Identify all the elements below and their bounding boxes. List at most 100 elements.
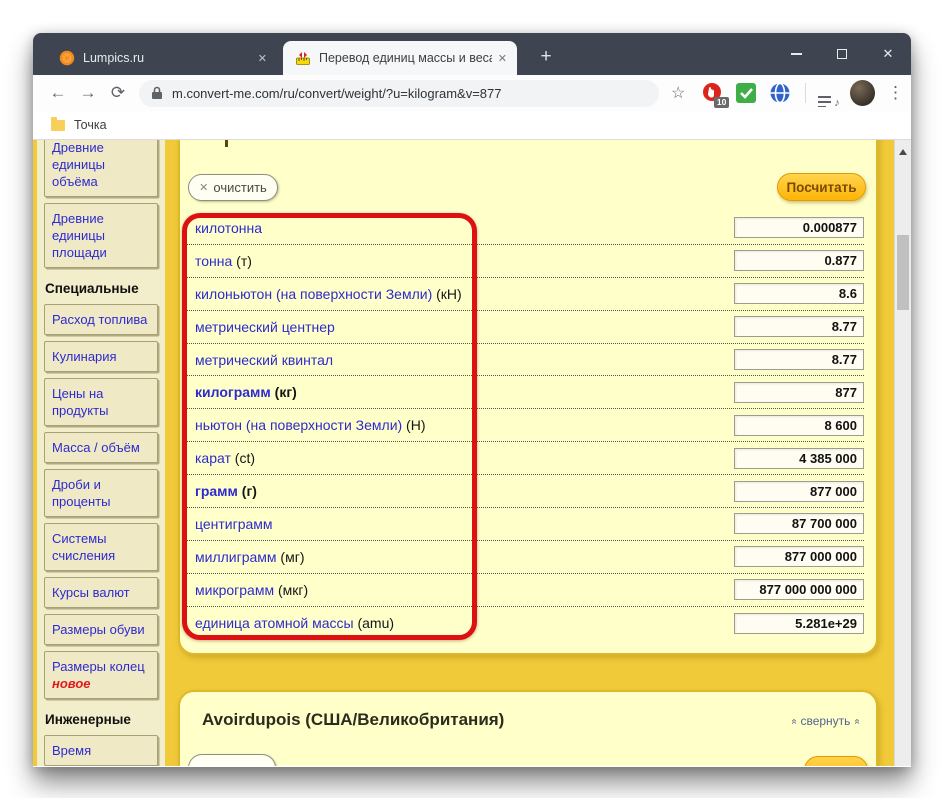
metric-section-panel: ✕ очистить Посчитать килотонна тонна (т) к… xyxy=(178,140,878,655)
unit-value-input[interactable] xyxy=(734,546,864,568)
unit-name: единица атомной массы (amu) xyxy=(195,615,394,631)
sidebar-item[interactable]: Размеры колец новое xyxy=(44,651,158,699)
sidebar-item[interactable]: Время xyxy=(44,735,158,766)
unit-name: грамм (г) xyxy=(195,483,257,499)
sidebar-item-label[interactable]: Курсы валют xyxy=(52,585,130,600)
reload-button-icon[interactable]: ⟳ xyxy=(103,83,133,103)
url-text[interactable]: m.convert-me.com/ru/convert/weight/?u=ki… xyxy=(172,86,501,101)
back-button-icon[interactable]: ← xyxy=(43,83,73,103)
forward-button-icon[interactable]: → xyxy=(73,83,103,103)
unit-link[interactable]: килограмм xyxy=(195,384,271,400)
unit-link[interactable]: метрический центнер xyxy=(195,319,335,335)
tab-lumpics[interactable]: Lumpics.ru ✕ xyxy=(47,41,277,75)
unit-link[interactable]: единица атомной массы xyxy=(195,615,354,631)
unit-link[interactable]: миллиграмм xyxy=(195,549,277,565)
chevron-up-icon: « xyxy=(851,718,863,724)
close-window-button[interactable]: ✕ xyxy=(865,33,911,75)
unit-link[interactable]: килоньютон (на поверхности Земли) xyxy=(195,286,432,302)
unit-value-input[interactable] xyxy=(734,316,864,338)
sidebar-item-label[interactable]: Кулинария xyxy=(52,349,117,364)
sidebar-item[interactable]: Дроби и проценты xyxy=(44,469,158,517)
checkmark-extension-icon[interactable] xyxy=(735,82,757,104)
sidebar-item[interactable]: Кулинария xyxy=(44,341,158,372)
unit-value-input[interactable] xyxy=(734,579,864,601)
page-content: Древние единицы объёма Древние единицы пл… xyxy=(33,140,911,766)
unit-value-input[interactable] xyxy=(734,250,864,272)
unit-name: метрический квинтал xyxy=(195,352,333,368)
unit-row: тонна (т) xyxy=(182,245,864,278)
sidebar-item-label[interactable]: Масса / объём xyxy=(52,440,140,455)
unit-link[interactable]: грамм xyxy=(195,483,238,499)
sidebar-item-label[interactable]: Время xyxy=(52,743,91,758)
scroll-up-arrow-icon[interactable] xyxy=(899,149,907,155)
unit-symbol: (т) xyxy=(232,252,252,269)
sidebar-item[interactable]: Системы счисления xyxy=(44,523,158,571)
unit-link[interactable]: центиграмм xyxy=(195,516,273,532)
unit-row: метрический квинтал xyxy=(182,344,864,377)
address-bar[interactable]: m.convert-me.com/ru/convert/weight/?u=ki… xyxy=(139,79,659,107)
tab-close-icon[interactable]: ✕ xyxy=(498,52,507,65)
minimize-button[interactable] xyxy=(773,33,819,75)
globe-extension-icon[interactable] xyxy=(769,82,791,104)
unit-name: центиграмм xyxy=(195,516,273,532)
page-scrollbar[interactable] xyxy=(894,140,911,766)
scrollbar-thumb[interactable] xyxy=(897,235,909,310)
calculate-button-2[interactable] xyxy=(804,756,868,766)
sidebar-item-label[interactable]: Размеры обуви xyxy=(52,622,145,637)
bookmark-folder-label[interactable]: Точка xyxy=(74,118,107,132)
tab-convert-me[interactable]: Перевод единиц массы и веса ✕ xyxy=(283,41,517,75)
unit-link[interactable]: микрограмм xyxy=(195,582,274,598)
unit-value-input[interactable] xyxy=(734,283,864,305)
unit-value-input[interactable] xyxy=(734,414,864,436)
unit-row: грамм (г) xyxy=(182,475,864,509)
sidebar-item-label[interactable]: Древние единицы объёма xyxy=(52,140,105,189)
media-lines-icon xyxy=(818,96,832,110)
sidebar-item-label[interactable]: Цены на продукты xyxy=(52,386,108,418)
unit-row: метрический центнер xyxy=(182,311,864,344)
tab-close-icon[interactable]: ✕ xyxy=(258,52,267,65)
collapse-link[interactable]: « свернуть « xyxy=(788,714,863,728)
sidebar-item[interactable]: Расход топлива xyxy=(44,304,158,335)
sidebar-item-label[interactable]: Расход топлива xyxy=(52,312,147,327)
clear-button[interactable]: ✕ очистить xyxy=(188,174,278,201)
unit-link[interactable]: карат xyxy=(195,450,231,466)
unit-value-input[interactable] xyxy=(734,480,864,502)
maximize-button[interactable] xyxy=(819,33,865,75)
unit-symbol: (мкг) xyxy=(274,581,309,598)
unit-name: килоньютон (на поверхности Земли) (кН) xyxy=(195,286,462,302)
browser-menu-icon[interactable]: ⋮ xyxy=(887,83,904,103)
new-badge: новое xyxy=(52,676,91,691)
sidebar-item-label[interactable]: Размеры колец xyxy=(52,659,145,674)
avoirdupois-section-panel: Avoirdupois (США/Великобритания) « сверн… xyxy=(178,690,878,766)
sidebar-item[interactable]: Древние единицы объёма xyxy=(44,140,158,197)
unit-name: миллиграмм (мг) xyxy=(195,549,305,565)
unit-value-input[interactable] xyxy=(734,513,864,535)
sidebar-item[interactable]: Цены на продукты xyxy=(44,378,158,426)
unit-link[interactable]: тонна xyxy=(195,253,232,269)
unit-symbol: (кг) xyxy=(270,384,297,401)
unit-value-input[interactable] xyxy=(734,217,864,239)
adblock-extension-icon[interactable]: 10 xyxy=(701,82,730,108)
clear-button-2[interactable] xyxy=(188,754,276,766)
sidebar-item[interactable]: Древние единицы площади xyxy=(44,203,158,268)
unit-link[interactable]: ньютон (на поверхности Земли) xyxy=(195,417,402,433)
sidebar-item[interactable]: Курсы валют xyxy=(44,577,158,608)
extensions-area: 10 xyxy=(701,82,791,108)
calculate-button[interactable]: Посчитать xyxy=(777,173,866,201)
sidebar-item-label[interactable]: Древние единицы площади xyxy=(52,211,107,260)
bookmark-star-icon[interactable]: ☆ xyxy=(671,83,685,103)
unit-value-input[interactable] xyxy=(734,349,864,370)
unit-row: карат (ct) xyxy=(182,442,864,476)
unit-value-input[interactable] xyxy=(734,612,864,634)
sidebar-item-label[interactable]: Дроби и проценты xyxy=(52,477,111,509)
unit-link[interactable]: килотонна xyxy=(195,220,262,236)
unit-name: килограмм (кг) xyxy=(195,384,297,400)
unit-link[interactable]: метрический квинтал xyxy=(195,352,333,368)
sidebar-item-label[interactable]: Системы счисления xyxy=(52,531,115,563)
new-tab-button[interactable]: + xyxy=(533,45,559,71)
profile-avatar[interactable] xyxy=(849,80,875,106)
sidebar-item[interactable]: Размеры обуви xyxy=(44,614,158,645)
unit-value-input[interactable] xyxy=(734,381,864,403)
unit-value-input[interactable] xyxy=(734,447,864,469)
sidebar-item[interactable]: Масса / объём xyxy=(44,432,158,463)
